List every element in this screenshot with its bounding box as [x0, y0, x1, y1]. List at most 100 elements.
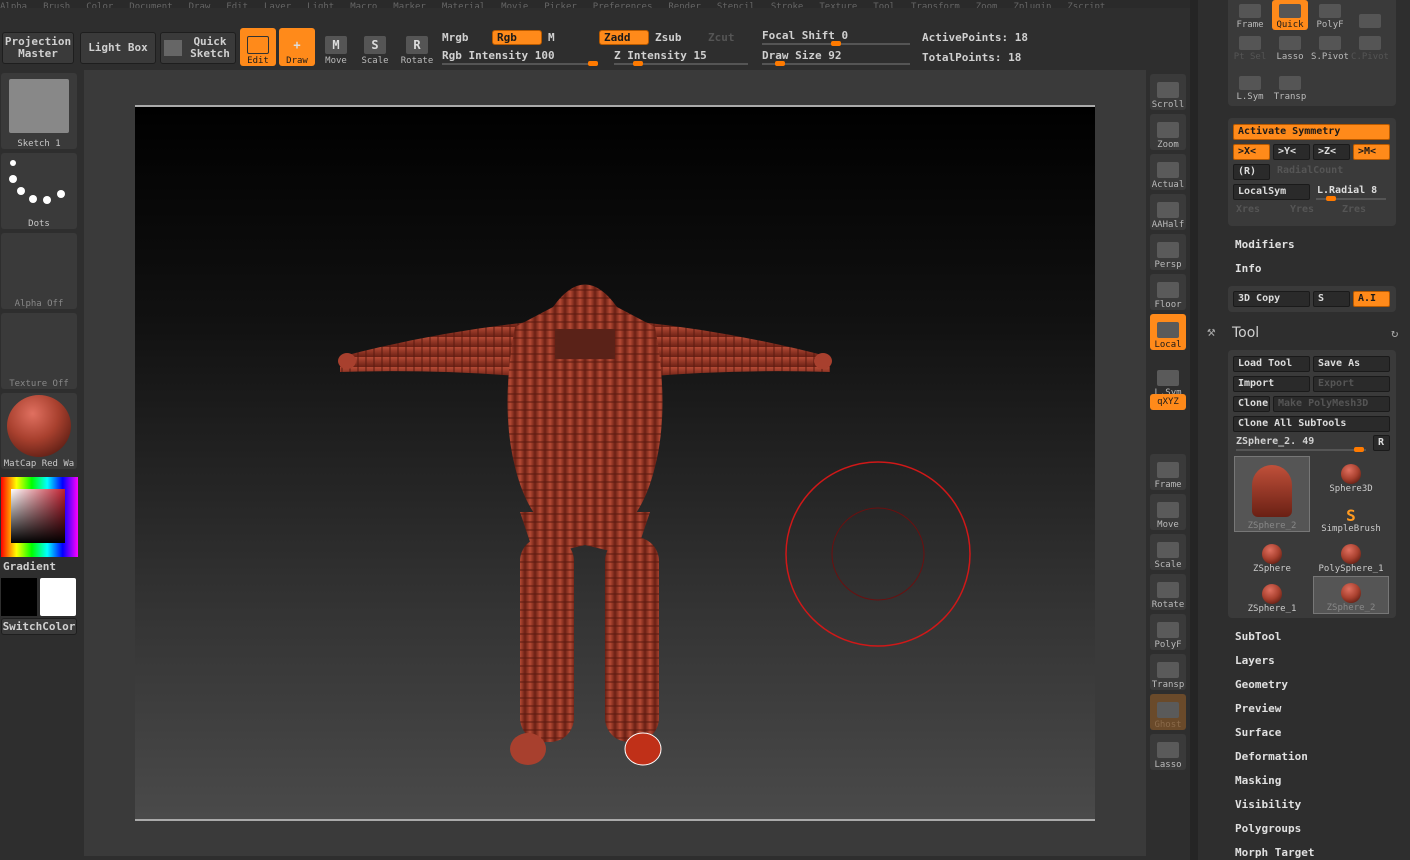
zsub-button[interactable]: Zsub	[655, 31, 682, 44]
masking-section[interactable]: Masking	[1235, 774, 1281, 787]
texture-thumb[interactable]: Texture Off	[1, 313, 77, 389]
rotate-button[interactable]: Rotate	[1150, 574, 1186, 610]
draw-button[interactable]: + Draw	[279, 28, 315, 66]
menu-item[interactable]: Transform	[911, 2, 960, 8]
s-pivot-button[interactable]: S.Pivot	[1311, 32, 1349, 62]
menu-item[interactable]: Preferences	[593, 2, 653, 8]
menu-item[interactable]: Alpha	[0, 2, 27, 8]
tool-palette-title[interactable]: Tool	[1232, 325, 1259, 341]
menu-item[interactable]: Texture	[819, 2, 857, 8]
light-box-button[interactable]: Light Box	[80, 32, 156, 64]
zres-slider[interactable]: Zres	[1342, 204, 1366, 215]
menu-item[interactable]: Light	[307, 2, 334, 8]
viewport-canvas[interactable]	[135, 105, 1095, 821]
projection-master-button[interactable]: Projection Master	[2, 32, 74, 64]
rgb-button[interactable]: Rgb	[492, 30, 542, 45]
menu-item[interactable]: Color	[86, 2, 113, 8]
z-intensity-slider[interactable]	[614, 61, 748, 66]
tool-thumb-polysphere-1[interactable]: PolySphere_1	[1313, 536, 1389, 574]
menu-item[interactable]: Stroke	[771, 2, 804, 8]
pt-sel-button[interactable]: Pt Sel	[1232, 32, 1268, 62]
localsym-button[interactable]: LocalSym	[1233, 184, 1310, 200]
switch-color-button[interactable]: SwitchColor	[1, 618, 77, 635]
visibility-section[interactable]: Visibility	[1235, 798, 1301, 811]
menu-item[interactable]: Brush	[43, 2, 70, 8]
load-tool-button[interactable]: Load Tool	[1233, 356, 1310, 372]
zadd-button[interactable]: Zadd	[599, 30, 649, 45]
menu-item[interactable]: Zscript	[1067, 2, 1105, 8]
menu-item[interactable]: Document	[129, 2, 172, 8]
sym-z-button[interactable]: >Z<	[1313, 144, 1350, 160]
transp-button[interactable]: Transp	[1272, 72, 1308, 102]
rotate-button[interactable]: R Rotate	[399, 28, 435, 66]
polyf-button[interactable]: PolyF	[1312, 0, 1348, 30]
lsym-button[interactable]: L.Sym	[1150, 362, 1186, 398]
stroke-dots-thumb[interactable]: Dots	[1, 153, 77, 229]
extra-button[interactable]	[1352, 0, 1388, 30]
info-section[interactable]: Info	[1235, 262, 1262, 275]
xres-slider[interactable]: Xres	[1236, 204, 1260, 215]
menu-item[interactable]: Picker	[544, 2, 577, 8]
rgb-intensity-slider[interactable]	[442, 61, 598, 66]
ghost-button[interactable]: Ghost	[1150, 694, 1186, 730]
draw-size-slider[interactable]	[762, 61, 910, 66]
menu-item[interactable]: Macro	[350, 2, 377, 8]
geometry-section[interactable]: Geometry	[1235, 678, 1288, 691]
menu-item[interactable]: Draw	[189, 2, 211, 8]
menu-item[interactable]: Movie	[501, 2, 528, 8]
sketch-thumb[interactable]: Sketch 1	[1, 73, 77, 149]
actual-button[interactable]: Actual	[1150, 154, 1186, 190]
frame-button[interactable]: Frame	[1232, 0, 1268, 30]
r-button[interactable]: R	[1373, 435, 1390, 451]
yres-slider[interactable]: Yres	[1290, 204, 1314, 215]
zoom-button[interactable]: Zoom	[1150, 114, 1186, 150]
menu-bar[interactable]: Alpha Brush Color Document Draw Edit Layer Ligh…	[0, 0, 1190, 8]
zcut-button[interactable]: Zcut	[708, 31, 735, 44]
menu-item[interactable]: Zoom	[976, 2, 998, 8]
material-thumb[interactable]: MatCap Red Wa	[1, 393, 77, 469]
sym-x-button[interactable]: >X<	[1233, 144, 1270, 160]
tool-thumb-sphere3d[interactable]: Sphere3D	[1313, 456, 1389, 494]
menu-item[interactable]: Stencil	[717, 2, 755, 8]
clone-button[interactable]: Clone	[1233, 396, 1270, 412]
save-as-button[interactable]: Save As	[1313, 356, 1390, 372]
tool-thumb-zsphere-2[interactable]: ZSphere_2	[1234, 456, 1310, 532]
scale-button[interactable]: Scale	[1150, 534, 1186, 570]
sym-y-button[interactable]: >Y<	[1273, 144, 1310, 160]
export-button[interactable]: Export	[1313, 376, 1390, 392]
morph-target-section[interactable]: Morph Target	[1235, 846, 1314, 859]
move-button[interactable]: Move	[1150, 494, 1186, 530]
c-pivot-button[interactable]: C.Pivot	[1351, 32, 1389, 62]
tool-thumb-zsphere-2[interactable]: ZSphere_2	[1313, 576, 1389, 614]
aahalf-button[interactable]: AAHalf	[1150, 194, 1186, 230]
current-tool-slider[interactable]: ZSphere_2. 49	[1236, 436, 1314, 447]
subtool-section[interactable]: SubTool	[1235, 630, 1281, 643]
edit-button[interactable]: Edit	[240, 28, 276, 66]
refresh-icon[interactable]: ↻	[1391, 326, 1398, 340]
polygroups-section[interactable]: Polygroups	[1235, 822, 1301, 835]
color-picker[interactable]	[1, 477, 78, 557]
ai-button[interactable]: A.I	[1353, 291, 1390, 307]
s-button[interactable]: S	[1313, 291, 1350, 307]
qxyz-button[interactable]: qXYZ	[1150, 394, 1186, 410]
menu-item[interactable]: Marker	[393, 2, 426, 8]
activate-symmetry-button[interactable]: Activate Symmetry	[1233, 124, 1390, 140]
layers-section[interactable]: Layers	[1235, 654, 1275, 667]
panel-divider[interactable]	[1190, 0, 1198, 860]
alpha-thumb[interactable]: Alpha Off	[1, 233, 77, 309]
gradient-label[interactable]: Gradient	[3, 560, 56, 573]
import-button[interactable]: Import	[1233, 376, 1310, 392]
color-square[interactable]	[11, 489, 65, 543]
transp-button[interactable]: Transp	[1150, 654, 1186, 690]
3d-copy-button[interactable]: 3D Copy	[1233, 291, 1310, 307]
deformation-section[interactable]: Deformation	[1235, 750, 1308, 763]
lasso-button[interactable]: Lasso	[1272, 32, 1308, 62]
menu-item[interactable]: Render	[668, 2, 701, 8]
persp-button[interactable]: Persp	[1150, 234, 1186, 270]
menu-item[interactable]: Zplugin	[1013, 2, 1051, 8]
focal-shift-slider[interactable]	[762, 41, 910, 46]
menu-item[interactable]: Layer	[264, 2, 291, 8]
clone-all-subtools-button[interactable]: Clone All SubTools	[1233, 416, 1390, 432]
polyf-button[interactable]: PolyF	[1150, 614, 1186, 650]
menu-item[interactable]: Material	[442, 2, 485, 8]
